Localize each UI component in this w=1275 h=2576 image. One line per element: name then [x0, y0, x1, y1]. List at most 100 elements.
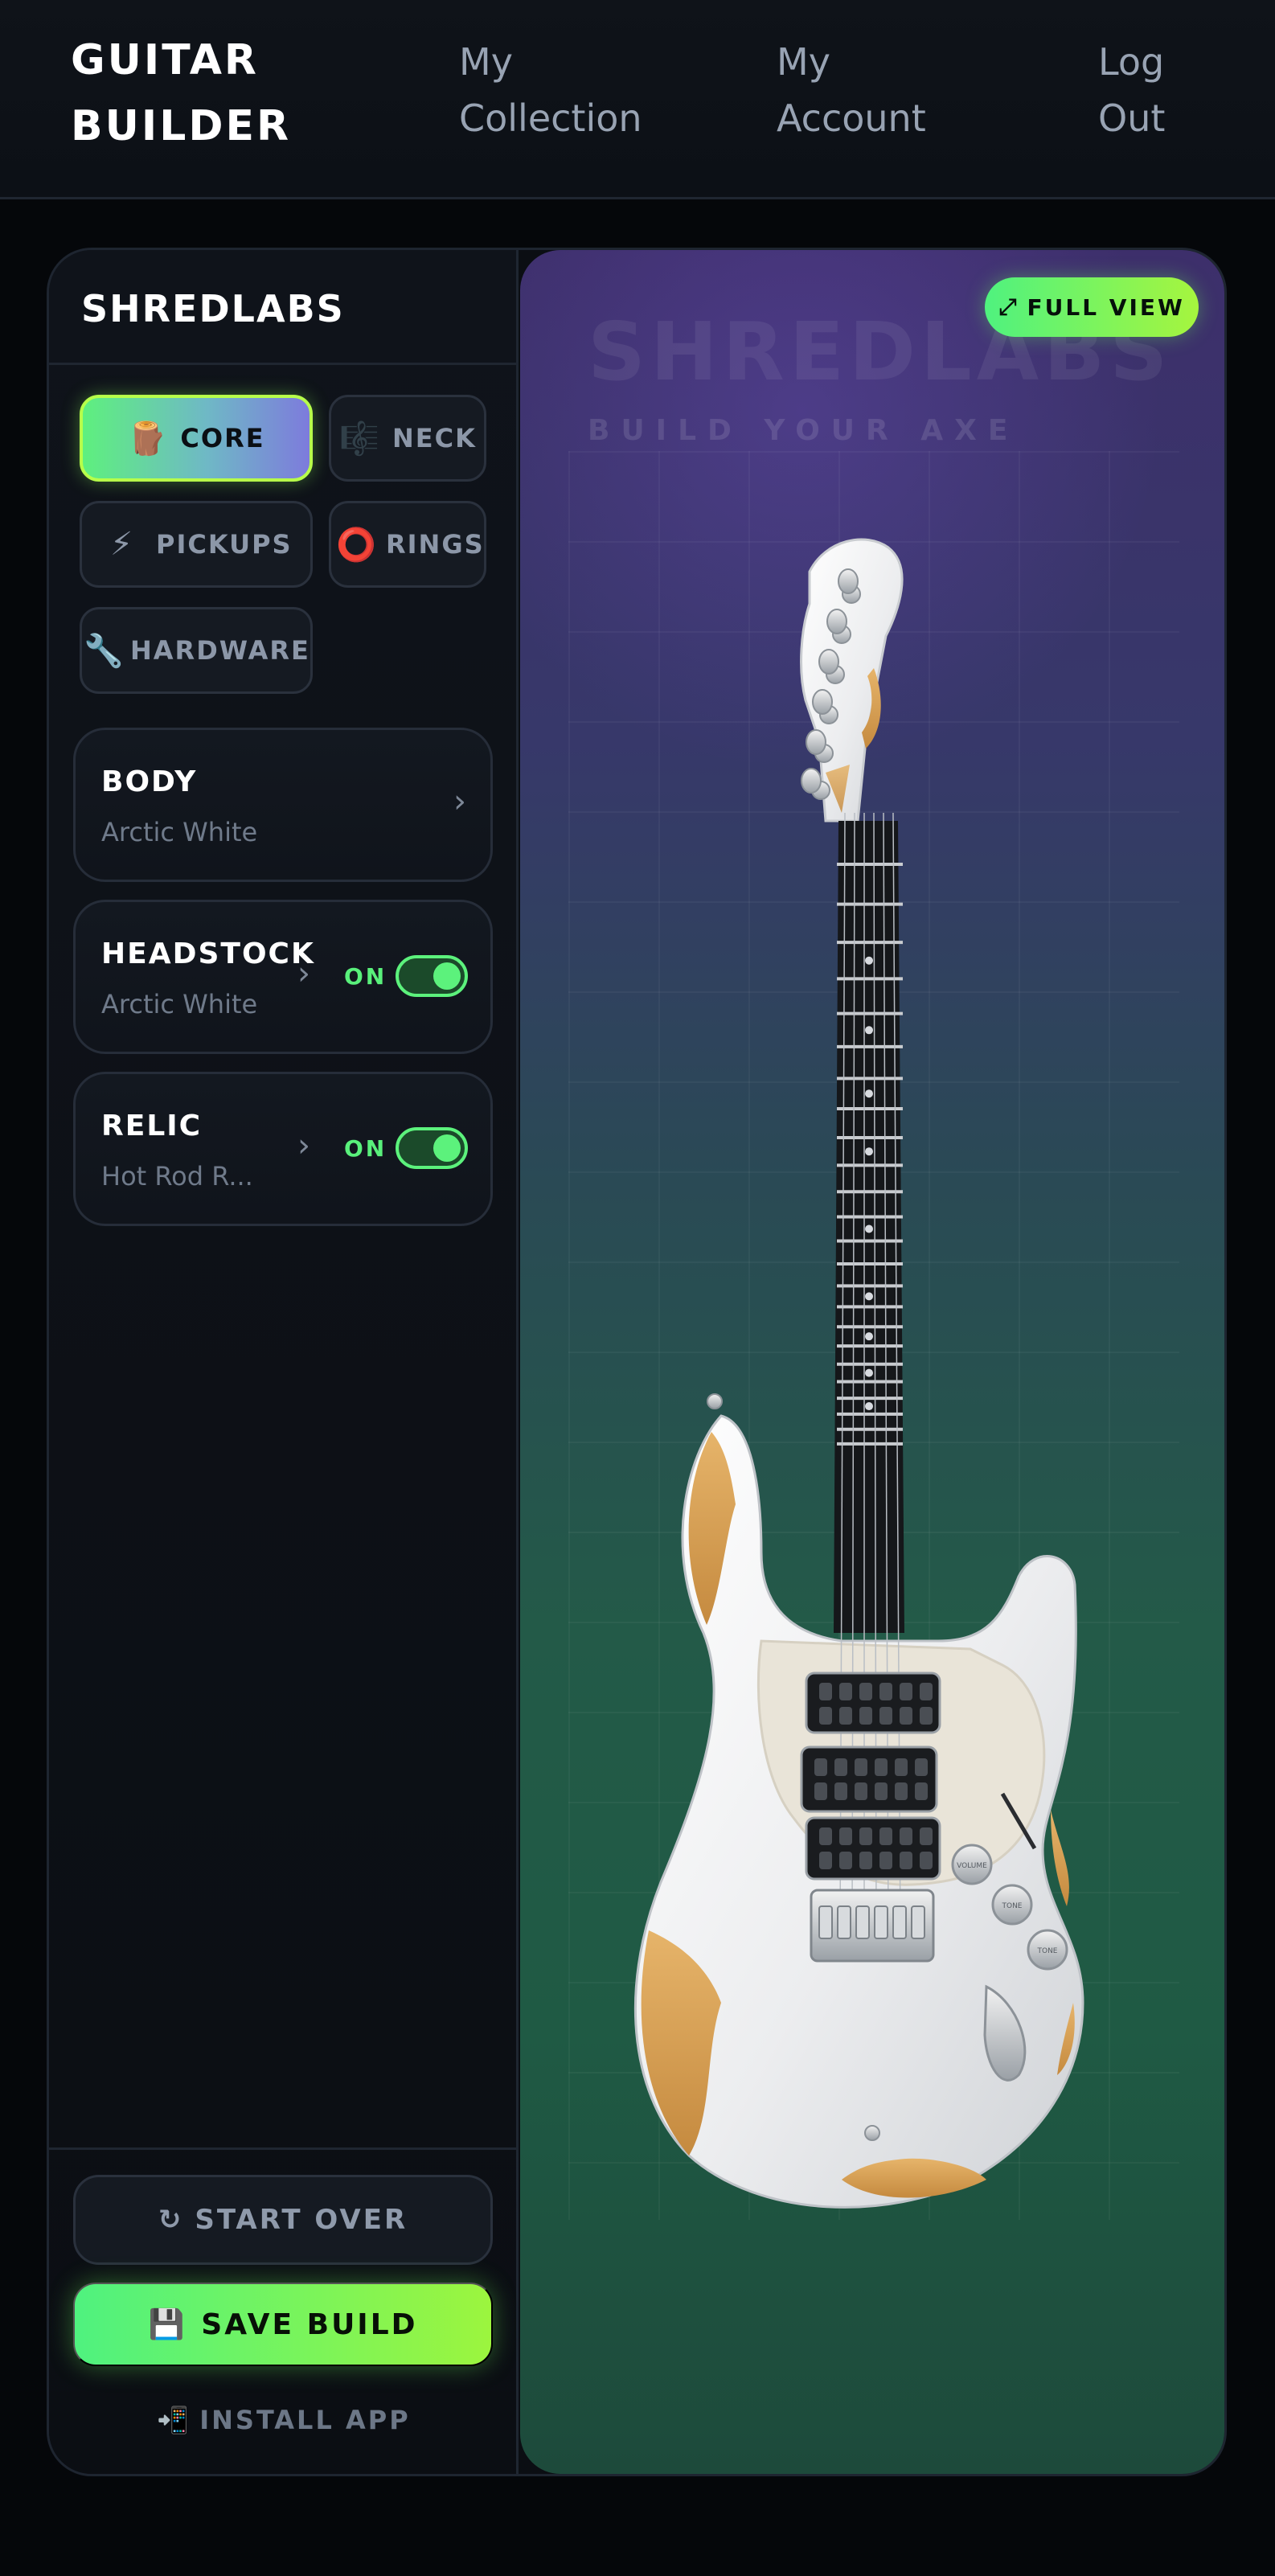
pole-piece	[875, 1782, 888, 1800]
pole-piece	[920, 1827, 933, 1845]
fret-inlay	[865, 956, 873, 965]
fret-inlay	[865, 1089, 873, 1098]
floppy-disk-icon: 💾	[148, 2308, 187, 2341]
toggle-knob	[433, 1134, 461, 1162]
option-value: Hot Rod R...	[101, 1161, 253, 1192]
fret-inlay	[865, 1368, 873, 1377]
pole-piece	[900, 1683, 912, 1700]
pole-piece	[834, 1782, 847, 1800]
pole-piece	[819, 1683, 832, 1700]
refresh-icon: ↻	[158, 2204, 184, 2236]
app-brand[interactable]: GUITAR BUILDER	[71, 27, 291, 159]
option-value: Arctic White	[101, 817, 258, 847]
bridge-saddle	[855, 1905, 870, 1939]
pole-piece	[920, 1707, 933, 1725]
nav-link-text: Log	[1098, 40, 1165, 84]
save-build-button[interactable]: 💾 SAVE BUILD	[73, 2283, 493, 2366]
nav-link-my-account[interactable]: My Account	[777, 34, 926, 146]
pole-piece	[839, 1852, 852, 1869]
option-title: BODY	[101, 765, 198, 798]
option-title: RELIC	[101, 1110, 203, 1142]
bridge-saddle	[837, 1905, 851, 1939]
bridge-saddle	[818, 1905, 833, 1939]
guitar-preview-panel: SHREDLABS BUILD YOUR AXE VOLUME TONE TON…	[520, 250, 1224, 2474]
pickups	[800, 1672, 941, 1881]
chevron-right-icon: ›	[297, 955, 310, 992]
toggle-state-label: ON	[344, 1135, 387, 1162]
pole-piece	[859, 1707, 872, 1725]
knob-label: VOLUME	[957, 1862, 987, 1870]
knob-label: TONE	[1036, 1947, 1057, 1955]
pole-piece	[900, 1852, 912, 1869]
pole-piece	[915, 1782, 928, 1800]
tab-label: HARDWARE	[130, 635, 310, 666]
wood-log-icon: 🪵	[127, 420, 170, 457]
fret-inlay	[865, 1332, 873, 1341]
fret-inlay	[865, 1026, 873, 1035]
pole-piece	[855, 1758, 867, 1776]
bridge-saddle	[892, 1905, 907, 1939]
fret-inlay	[865, 1224, 873, 1233]
pole-piece	[879, 1707, 892, 1725]
music-staff-icon: 🎼	[339, 420, 381, 457]
pole-piece	[855, 1782, 867, 1800]
lightning-icon: ⚡	[109, 526, 135, 563]
phone-arrow-icon: 📲	[157, 2405, 192, 2435]
headstock-toggle[interactable]	[396, 955, 468, 997]
tab-core[interactable]: 🪵 CORE	[80, 395, 313, 482]
pole-piece	[814, 1758, 827, 1776]
pole-piece	[859, 1683, 872, 1700]
pole-piece	[875, 1758, 888, 1776]
chevron-right-icon: ›	[453, 783, 466, 820]
tab-pickups[interactable]: ⚡ PICKUPS	[80, 501, 313, 588]
tab-label: RINGS	[386, 529, 485, 560]
bridge	[810, 1889, 935, 1963]
full-view-button[interactable]: ⤢ FULL VIEW	[985, 277, 1199, 337]
wrench-icon: 🔧	[84, 632, 125, 670]
pole-piece	[839, 1683, 852, 1700]
fret-inlay	[865, 1402, 873, 1411]
brand-line-2: BUILDER	[71, 102, 292, 150]
link-label: INSTALL APP	[199, 2405, 411, 2435]
tab-neck[interactable]: 🎼 NECK	[329, 395, 486, 482]
tab-rings[interactable]: ⭕ RINGS	[329, 501, 486, 588]
tab-hardware[interactable]: 🔧 HARDWARE	[80, 607, 313, 694]
option-title: HEADSTOCK	[101, 937, 315, 970]
tab-label: PICKUPS	[156, 529, 293, 560]
pole-piece	[879, 1852, 892, 1869]
sidebar-title: SHREDLABS	[81, 287, 345, 330]
button-label: SAVE BUILD	[201, 2307, 418, 2341]
top-navigation: GUITAR BUILDER My Collection My Account …	[0, 0, 1275, 199]
ring-icon: ⭕	[336, 526, 378, 564]
start-over-button[interactable]: ↻ START OVER	[73, 2175, 493, 2265]
toggle-knob	[433, 962, 461, 990]
option-card-relic[interactable]: RELIC Hot Rod R... › ON	[73, 1072, 493, 1226]
button-label: START OVER	[195, 2204, 408, 2236]
pole-piece	[834, 1758, 847, 1776]
nav-link-text: Collection	[459, 96, 642, 140]
nav-link-text: Account	[777, 96, 926, 140]
option-card-headstock[interactable]: HEADSTOCK Arctic White › ON	[73, 900, 493, 1054]
pole-piece	[879, 1683, 892, 1700]
options-sidebar: SHREDLABS 🪵 CORE 🎼 NECK ⚡ PICKUPS ⭕ RING…	[49, 250, 519, 2474]
bridge-saddle	[911, 1905, 925, 1939]
pole-piece	[900, 1827, 912, 1845]
pole-piece	[819, 1707, 832, 1725]
relic-toggle[interactable]	[396, 1127, 468, 1169]
tab-label: NECK	[392, 423, 477, 453]
install-app-link[interactable]: 📲 INSTALL APP	[49, 2398, 519, 2442]
pole-piece	[920, 1852, 933, 1869]
option-card-body[interactable]: BODY Arctic White ›	[73, 728, 493, 882]
fret-inlay	[865, 1292, 873, 1301]
toggle-state-label: ON	[344, 963, 387, 990]
knob-label: TONE	[1001, 1902, 1022, 1910]
pole-piece	[915, 1758, 928, 1776]
strap-button	[864, 2125, 880, 2141]
button-label: FULL VIEW	[1027, 293, 1185, 321]
pole-piece	[839, 1827, 852, 1845]
pole-piece	[819, 1852, 832, 1869]
nav-link-text: Out	[1098, 96, 1166, 140]
nav-link-log-out[interactable]: Log Out	[1098, 34, 1165, 146]
guitar-render: VOLUME TONE TONE	[633, 538, 1084, 2209]
nav-link-my-collection[interactable]: My Collection	[459, 34, 642, 146]
